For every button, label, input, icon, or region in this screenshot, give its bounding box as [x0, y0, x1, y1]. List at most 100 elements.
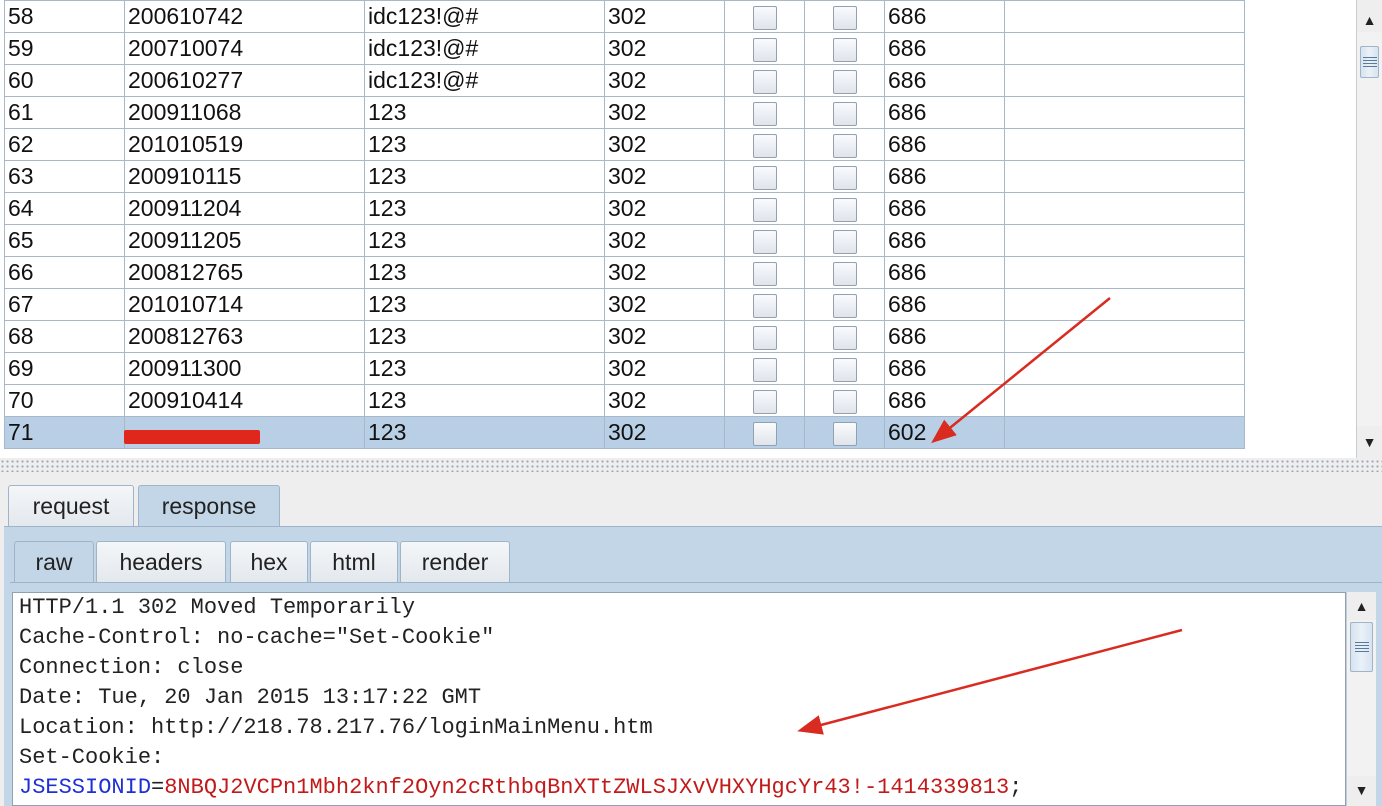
cell-timeout: [804, 320, 885, 353]
table-row[interactable]: 59 200710074 idc123!@# 302 686: [4, 32, 1245, 65]
response-scrollbar[interactable]: ▲ ▼: [1346, 592, 1376, 806]
cell-request-number: 61: [4, 96, 125, 129]
table-row[interactable]: 60 200610277 idc123!@# 302 686: [4, 64, 1245, 97]
cell-payload-1: 200911205: [124, 224, 365, 257]
triangle-up-icon[interactable]: ▲: [1357, 8, 1382, 32]
table-row[interactable]: 69 200911300 123 302 686: [4, 352, 1245, 385]
cell-timeout: [804, 32, 885, 65]
triangle-down-icon[interactable]: ▼: [1347, 778, 1376, 802]
cell-request-number: 59: [4, 32, 125, 65]
scrollbar-thumb[interactable]: [1360, 46, 1379, 78]
cell-request-number: 63: [4, 160, 125, 193]
cell-comment: [1004, 192, 1245, 225]
table-row[interactable]: 58 200610742 idc123!@# 302 686: [4, 0, 1245, 33]
cell-timeout: [804, 416, 885, 449]
grip-lines-icon: [1362, 57, 1377, 67]
cell-comment: [1004, 64, 1245, 97]
checkbox[interactable]: [832, 197, 857, 222]
cell-error: [724, 224, 805, 257]
triangle-down-icon[interactable]: ▼: [1357, 430, 1382, 454]
cell-status: 302: [604, 96, 725, 129]
cell-request-number: 64: [4, 192, 125, 225]
checkbox[interactable]: [832, 357, 857, 382]
cell-status: 302: [604, 288, 725, 321]
cell-comment: [1004, 256, 1245, 289]
table-row[interactable]: 65 200911205 123 302 686: [4, 224, 1245, 257]
checkbox[interactable]: [752, 421, 777, 446]
checkbox[interactable]: [832, 165, 857, 190]
cell-error: [724, 192, 805, 225]
checkbox[interactable]: [752, 197, 777, 222]
cell-length: 686: [884, 160, 1005, 193]
checkbox[interactable]: [832, 293, 857, 318]
cell-payload-1: 200610742: [124, 0, 365, 33]
cell-payload-2: 123: [364, 384, 605, 417]
table-row[interactable]: 62 201010519 123 302 686: [4, 128, 1245, 161]
checkbox[interactable]: [832, 5, 857, 30]
cell-timeout: [804, 384, 885, 417]
grip-lines-icon: [1354, 642, 1369, 652]
cell-timeout: [804, 0, 885, 33]
checkbox[interactable]: [832, 101, 857, 126]
checkbox[interactable]: [752, 325, 777, 350]
cookie-end: ;: [1009, 775, 1023, 800]
table-row[interactable]: 67 201010714 123 302 686: [4, 288, 1245, 321]
pane-splitter[interactable]: [0, 458, 1382, 480]
table-scrollbar[interactable]: ▲ ▼: [1356, 0, 1382, 458]
tab-response[interactable]: response: [138, 485, 280, 527]
tab-request[interactable]: request: [8, 485, 134, 527]
tab-label: request: [32, 493, 110, 519]
response-header-line: Connection: close: [19, 655, 244, 680]
cell-comment: [1004, 288, 1245, 321]
checkbox[interactable]: [832, 229, 857, 254]
checkbox[interactable]: [832, 69, 857, 94]
checkbox[interactable]: [832, 325, 857, 350]
cell-request-number: 68: [4, 320, 125, 353]
tab-hex[interactable]: hex: [230, 541, 308, 583]
cell-payload-1: 200911068: [124, 96, 365, 129]
cell-timeout: [804, 160, 885, 193]
triangle-up-icon[interactable]: ▲: [1347, 594, 1376, 618]
checkbox[interactable]: [752, 293, 777, 318]
cookie-name: JSESSIONID: [19, 775, 152, 800]
tab-divider: [10, 582, 1382, 583]
cell-request-number: 69: [4, 352, 125, 385]
tab-headers[interactable]: headers: [96, 541, 226, 583]
checkbox[interactable]: [752, 37, 777, 62]
table-row[interactable]: 66 200812765 123 302 686: [4, 256, 1245, 289]
checkbox[interactable]: [752, 5, 777, 30]
cell-status: 302: [604, 0, 725, 33]
scrollbar-thumb[interactable]: [1350, 622, 1373, 672]
checkbox[interactable]: [752, 133, 777, 158]
scrollbar-track[interactable]: [1347, 620, 1376, 776]
checkbox[interactable]: [752, 165, 777, 190]
checkbox[interactable]: [752, 357, 777, 382]
redaction-mark: [124, 430, 260, 444]
table-row[interactable]: 70 200910414 123 302 686: [4, 384, 1245, 417]
scrollbar-track[interactable]: [1357, 32, 1382, 426]
checkbox[interactable]: [832, 261, 857, 286]
tab-render[interactable]: render: [400, 541, 510, 583]
tab-label: raw: [35, 549, 73, 575]
tab-html[interactable]: html: [310, 541, 398, 583]
checkbox[interactable]: [752, 229, 777, 254]
table-row[interactable]: 63 200910115 123 302 686: [4, 160, 1245, 193]
cell-length: 686: [884, 192, 1005, 225]
cell-error: [724, 160, 805, 193]
checkbox[interactable]: [752, 261, 777, 286]
checkbox[interactable]: [832, 389, 857, 414]
table-row[interactable]: 68 200812763 123 302 686: [4, 320, 1245, 353]
cell-request-number: 70: [4, 384, 125, 417]
table-row[interactable]: 64 200911204 123 302 686: [4, 192, 1245, 225]
checkbox[interactable]: [752, 389, 777, 414]
checkbox[interactable]: [832, 133, 857, 158]
cell-status: 302: [604, 64, 725, 97]
checkbox[interactable]: [752, 101, 777, 126]
checkbox[interactable]: [752, 69, 777, 94]
checkbox[interactable]: [832, 421, 857, 446]
tab-raw[interactable]: raw: [14, 541, 94, 583]
table-row[interactable]: 61 200911068 123 302 686: [4, 96, 1245, 129]
cell-payload-2: 123: [364, 256, 605, 289]
raw-response-viewer[interactable]: HTTP/1.1 302 Moved Temporarily Cache-Con…: [12, 592, 1346, 806]
checkbox[interactable]: [832, 37, 857, 62]
